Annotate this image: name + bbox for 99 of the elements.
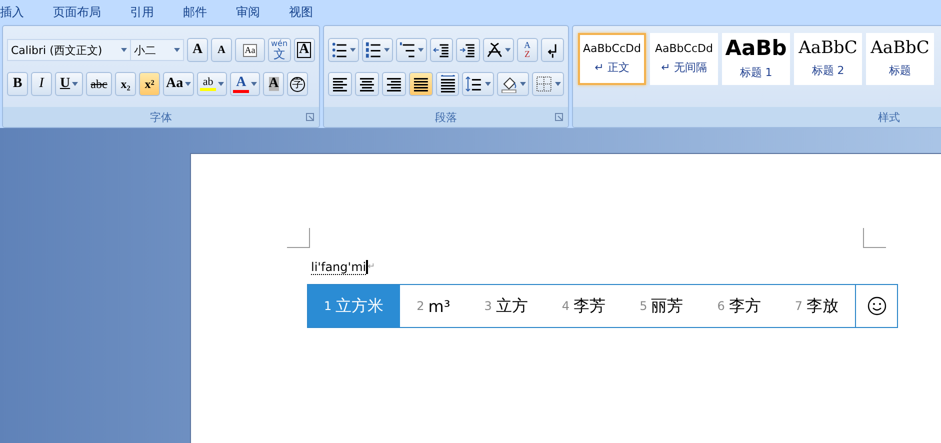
- phonetic-button[interactable]: wén 文: [268, 38, 291, 62]
- caret-icon: [418, 48, 424, 52]
- right-button[interactable]: [382, 72, 406, 96]
- left-icon: [331, 75, 349, 93]
- asian-button[interactable]: [482, 38, 514, 62]
- text-cursor: [366, 260, 368, 274]
- indent-icon: [459, 41, 477, 59]
- style-tile[interactable]: AaBbCcDd ↵ 无间隔: [650, 33, 718, 85]
- candidate-item[interactable]: 3 立方: [467, 285, 545, 327]
- candidate-item[interactable]: 4 李芳: [544, 285, 623, 327]
- outdent-button[interactable]: [430, 38, 454, 62]
- ribbon-tab[interactable]: 审阅: [236, 4, 260, 21]
- ribbon-tab[interactable]: 页面布局: [53, 4, 101, 21]
- style-tile[interactable]: AaBb 标题 1: [722, 33, 790, 85]
- caret-icon: [174, 48, 180, 52]
- margin-corner-mark: [863, 228, 886, 248]
- style-sample: AaBbC: [798, 40, 858, 57]
- shading-icon: [500, 75, 518, 93]
- right-icon: [384, 75, 403, 93]
- border-button[interactable]: A: [294, 38, 315, 62]
- candidate-item[interactable]: 5 丽芳: [622, 285, 700, 327]
- asian-icon: [486, 41, 503, 59]
- style-name: 标题: [889, 63, 911, 78]
- bullets-button[interactable]: [328, 38, 360, 62]
- enclose-button[interactable]: 字: [287, 72, 308, 96]
- clear-button[interactable]: Aa: [235, 38, 265, 62]
- caret-icon: [555, 82, 561, 86]
- caret-icon: [251, 82, 258, 86]
- spacing-button[interactable]: [462, 72, 494, 96]
- bullets-icon: [331, 41, 348, 59]
- distribute-button[interactable]: [436, 72, 460, 96]
- caret-icon: [185, 82, 192, 86]
- style-tile[interactable]: AaBbCcDd ↵ 正文: [578, 33, 646, 85]
- candidate-item[interactable]: 2 m³: [400, 285, 468, 327]
- caret-icon: [504, 48, 511, 52]
- font-size-field[interactable]: 小二: [130, 39, 184, 61]
- indent-button[interactable]: [456, 38, 480, 62]
- group-label: 段落: [435, 110, 457, 124]
- dialog-launcher-icon[interactable]: [306, 113, 314, 121]
- style-name: 标题 1: [740, 65, 772, 80]
- sort-button[interactable]: A Z: [516, 38, 538, 62]
- center-button[interactable]: [354, 72, 379, 96]
- numbering-icon: [365, 41, 382, 59]
- caret-icon: [350, 48, 356, 52]
- smiley-icon[interactable]: [866, 296, 887, 316]
- shading-button[interactable]: [497, 72, 530, 96]
- grow-button[interactable]: A: [187, 38, 208, 62]
- ribbon-tab[interactable]: 视图: [289, 4, 313, 21]
- shade-button[interactable]: A: [263, 72, 284, 96]
- ribbon-tab[interactable]: 引用: [130, 4, 154, 21]
- font-name-field[interactable]: Calibri (西文正文): [7, 39, 131, 61]
- multilevel-button[interactable]: [396, 38, 428, 62]
- ribbon-tab[interactable]: 插入: [0, 4, 24, 21]
- case-button[interactable]: Aa: [163, 72, 194, 96]
- candidate-item[interactable]: 1 立方米: [308, 285, 400, 327]
- borders-icon: [535, 75, 554, 93]
- italic-button[interactable]: I: [31, 72, 52, 96]
- borders-button[interactable]: [532, 72, 564, 96]
- style-tile[interactable]: AaBbC 标题: [866, 33, 934, 85]
- style-name: ↵ 无间隔: [661, 60, 707, 75]
- style-tile[interactable]: AaBbC 标题 2: [794, 33, 862, 85]
- numbering-button[interactable]: [362, 38, 394, 62]
- candidate-item[interactable]: 7 李放: [778, 285, 856, 327]
- dialog-launcher-icon[interactable]: [555, 113, 563, 121]
- style-name: ↵ 正文: [594, 60, 630, 75]
- sub-button[interactable]: x₂: [115, 72, 136, 96]
- strike-button[interactable]: abc: [86, 72, 112, 96]
- bold-button[interactable]: B: [7, 72, 28, 96]
- distribute-icon: [438, 75, 456, 93]
- marks-button[interactable]: [540, 38, 564, 62]
- shrink-button[interactable]: A: [211, 38, 232, 62]
- justify-button[interactable]: [408, 72, 433, 96]
- underline-button[interactable]: U: [55, 72, 83, 96]
- paragraph-mark: ↵: [368, 262, 376, 272]
- ribbon-tab[interactable]: 邮件: [183, 4, 207, 21]
- justify-icon: [412, 75, 430, 93]
- center-icon: [358, 75, 376, 93]
- style-sample: AaBb: [725, 38, 787, 59]
- caret-icon: [121, 48, 127, 52]
- margin-corner-mark: [287, 228, 310, 248]
- outdent-icon: [433, 41, 450, 59]
- caret-icon: [520, 82, 526, 86]
- spacing-icon: [465, 75, 484, 93]
- style-name: 标题 2: [812, 63, 844, 78]
- style-sample: AaBbCcDd: [655, 43, 713, 54]
- color-button[interactable]: A: [230, 72, 260, 96]
- highlight-button[interactable]: ab: [197, 72, 228, 96]
- candidate-item[interactable]: 6 李方: [700, 285, 778, 327]
- left-button[interactable]: [328, 72, 352, 96]
- style-sample: AaBbCcDd: [583, 43, 641, 54]
- group-label: 样式: [878, 110, 900, 124]
- caret-icon: [72, 82, 78, 86]
- caret-icon: [485, 82, 492, 86]
- multilevel-icon: [399, 41, 416, 59]
- group-label: 字体: [150, 110, 172, 124]
- style-sample: AaBbC: [870, 40, 930, 57]
- sup-button[interactable]: x²: [139, 72, 160, 96]
- caret-icon: [218, 82, 224, 86]
- caret-icon: [384, 48, 390, 52]
